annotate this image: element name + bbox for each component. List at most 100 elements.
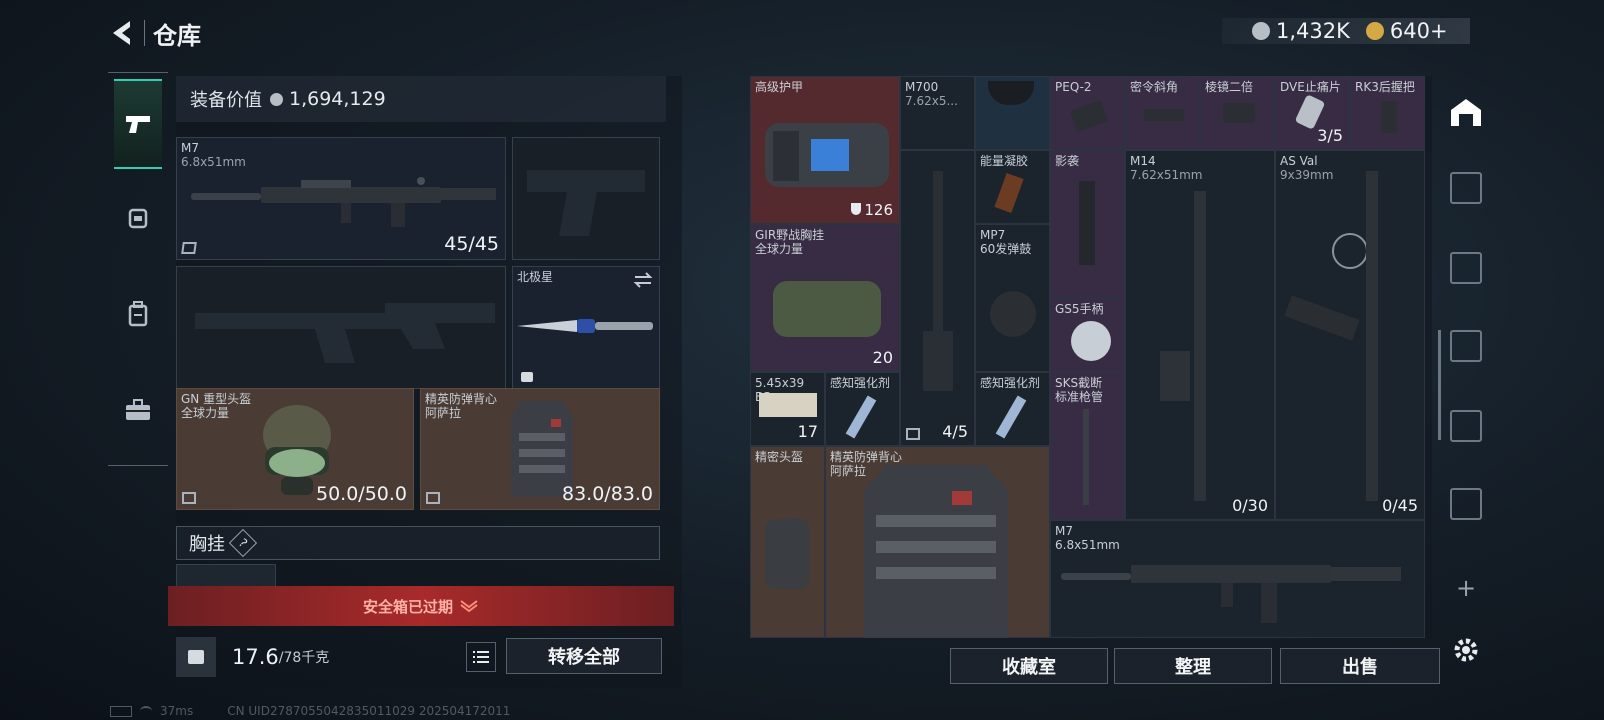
- item-sub: 7.62x5...: [905, 94, 958, 108]
- rifle-stock-image: [923, 331, 953, 391]
- chevron-down-icon: [460, 600, 478, 613]
- item-precision-helmet[interactable]: 精密头盔: [750, 446, 825, 638]
- tab-gear[interactable]: [114, 183, 162, 253]
- safe-case-banner[interactable]: 安全箱已过期: [168, 586, 674, 626]
- no-insure-icon: [906, 428, 920, 440]
- item-dve[interactable]: DVE止痛片 3/5: [1275, 76, 1350, 150]
- item-name: DVE止痛片: [1280, 80, 1341, 94]
- item-m7[interactable]: M7 6.8x51mm: [1050, 520, 1425, 638]
- item-count: 126: [851, 201, 893, 219]
- container-image: [988, 81, 1034, 105]
- briefcase-icon: [126, 399, 150, 420]
- item-grip[interactable]: 密令斜角: [1125, 76, 1200, 150]
- stash-scrollbar[interactable]: [1438, 330, 1441, 440]
- item-gir-rig[interactable]: GIR野战胸挂 全球力量 20: [750, 224, 900, 372]
- item-stim-2[interactable]: 感知强化剂: [975, 372, 1050, 446]
- item-m700[interactable]: M700 7.62x5...: [900, 76, 975, 150]
- item-elite-vest[interactable]: 精英防弹背心 阿萨拉: [825, 446, 1050, 638]
- swap-icon[interactable]: [633, 271, 653, 289]
- item-sks[interactable]: SKS截断 标准枪管: [1050, 372, 1125, 520]
- collection-room-button[interactable]: 收藏室: [950, 648, 1108, 684]
- painkiller-image: [1294, 94, 1326, 130]
- knife-image: [517, 319, 653, 333]
- tab-case[interactable]: [114, 375, 162, 445]
- item-ammo[interactable]: 5.45x39BS 17: [750, 372, 825, 446]
- no-insure-icon: [426, 492, 440, 504]
- m14-image: [1194, 191, 1206, 501]
- plus-icon[interactable]: +: [1454, 576, 1478, 600]
- tab-backpack[interactable]: [114, 279, 162, 349]
- item-name: 棱镜二倍: [1205, 80, 1254, 94]
- item-name: GIR野战胸挂: [755, 228, 825, 242]
- helmet-durability: 50.0/50.0: [315, 483, 407, 505]
- item-shadow[interactable]: 影袭: [1050, 150, 1125, 298]
- item-rifle-vertical[interactable]: 4/5: [900, 150, 975, 446]
- wifi-icon: [140, 706, 152, 716]
- uid-text: CN UID2787055042835011029 202504172011: [227, 704, 511, 718]
- gs5-image: [1071, 321, 1111, 361]
- tab-stash-5[interactable]: [1450, 410, 1482, 442]
- help-icon[interactable]: ?: [228, 528, 258, 558]
- item-energy-gel[interactable]: 能量凝胶: [975, 150, 1050, 224]
- item-name: 密令斜角: [1130, 80, 1179, 94]
- loadout-value-label: 装备价值: [190, 90, 262, 111]
- tab-weapons[interactable]: [114, 79, 162, 169]
- tab-stash-2[interactable]: [1450, 172, 1482, 204]
- no-insure-icon: [182, 492, 196, 504]
- grip-image: [1144, 109, 1184, 121]
- tab-stash-6[interactable]: [1450, 488, 1482, 520]
- slot-primary-weapon[interactable]: M7 6.8x51mm 45/45: [176, 137, 506, 260]
- armor-case-image: [765, 123, 889, 187]
- no-insure-icon: [181, 242, 197, 254]
- tab-stash-3[interactable]: [1450, 252, 1482, 284]
- item-sub: 7.62x51mm: [1130, 168, 1203, 182]
- item-rk3[interactable]: RK3后握把: [1350, 76, 1425, 150]
- sell-button[interactable]: 出售: [1280, 648, 1440, 684]
- item-gs5[interactable]: GS5手柄: [1050, 298, 1125, 372]
- currency-gold-value[interactable]: 640+: [1390, 19, 1448, 43]
- status-bar: 37ms CN UID2787055042835011029 202504172…: [110, 704, 510, 718]
- item-armor-case[interactable]: 高级护甲 126: [750, 76, 900, 224]
- battery-icon: [110, 705, 132, 717]
- item-sub: 9x39mm: [1280, 168, 1334, 182]
- gear-icon[interactable]: [1452, 636, 1480, 664]
- item-scope[interactable]: 棱镜二倍: [1200, 76, 1275, 150]
- transfer-all-button[interactable]: 转移全部: [506, 638, 662, 674]
- ping-value: 37ms: [160, 704, 194, 718]
- item-sub: 标准枪管: [1055, 390, 1104, 404]
- back-arrow-icon: [113, 21, 130, 45]
- item-mp7-drum[interactable]: MP7 60发弹鼓: [975, 224, 1050, 372]
- slot-helmet[interactable]: GN 重型头盔 全球力量 50.0/50.0: [176, 388, 414, 510]
- item-asval[interactable]: AS Val 9x39mm 0/45: [1275, 150, 1425, 520]
- item-count: 3/5: [1317, 126, 1343, 145]
- item-container[interactable]: [975, 76, 1050, 150]
- item-name: 精密头盔: [755, 450, 804, 464]
- slot-melee[interactable]: 北极星: [512, 266, 660, 389]
- stash-tabs-rail: +: [1444, 76, 1488, 688]
- slot-pistol[interactable]: [512, 137, 660, 260]
- item-name: AS Val: [1280, 154, 1318, 168]
- rifle-image: [1061, 565, 1401, 623]
- slot-armor[interactable]: 精英防弹背心 阿萨拉 83.0/83.0: [420, 388, 660, 510]
- item-count: 17: [797, 422, 818, 441]
- primary-weapon-ammo: 45/45: [444, 233, 499, 255]
- scope-image: [1223, 103, 1255, 123]
- safe-case-expired-text: 安全箱已过期: [362, 597, 453, 616]
- tab-all-stash[interactable]: [1448, 82, 1484, 142]
- rig-image: [773, 281, 881, 337]
- backpack-icon: [128, 301, 148, 327]
- item-m14[interactable]: M14 7.62x51mm 0/30: [1125, 150, 1275, 520]
- sort-button[interactable]: 整理: [1114, 648, 1272, 684]
- item-name: GS5手柄: [1055, 302, 1104, 316]
- item-peq2[interactable]: PEQ-2: [1050, 76, 1125, 150]
- tab-stash-4[interactable]: [1450, 330, 1482, 362]
- rifle-image: [191, 177, 496, 227]
- back-button[interactable]: 仓库: [108, 16, 201, 50]
- slot-secondary-weapon[interactable]: [176, 266, 506, 389]
- item-stim-1[interactable]: 感知强化剂: [825, 372, 900, 446]
- asval-magazine-image: [1284, 295, 1360, 341]
- helmet-sub: 全球力量: [181, 406, 230, 420]
- item-name: PEQ-2: [1055, 80, 1092, 94]
- pistol-placeholder-icon: [527, 170, 645, 236]
- list-icon[interactable]: [466, 642, 496, 672]
